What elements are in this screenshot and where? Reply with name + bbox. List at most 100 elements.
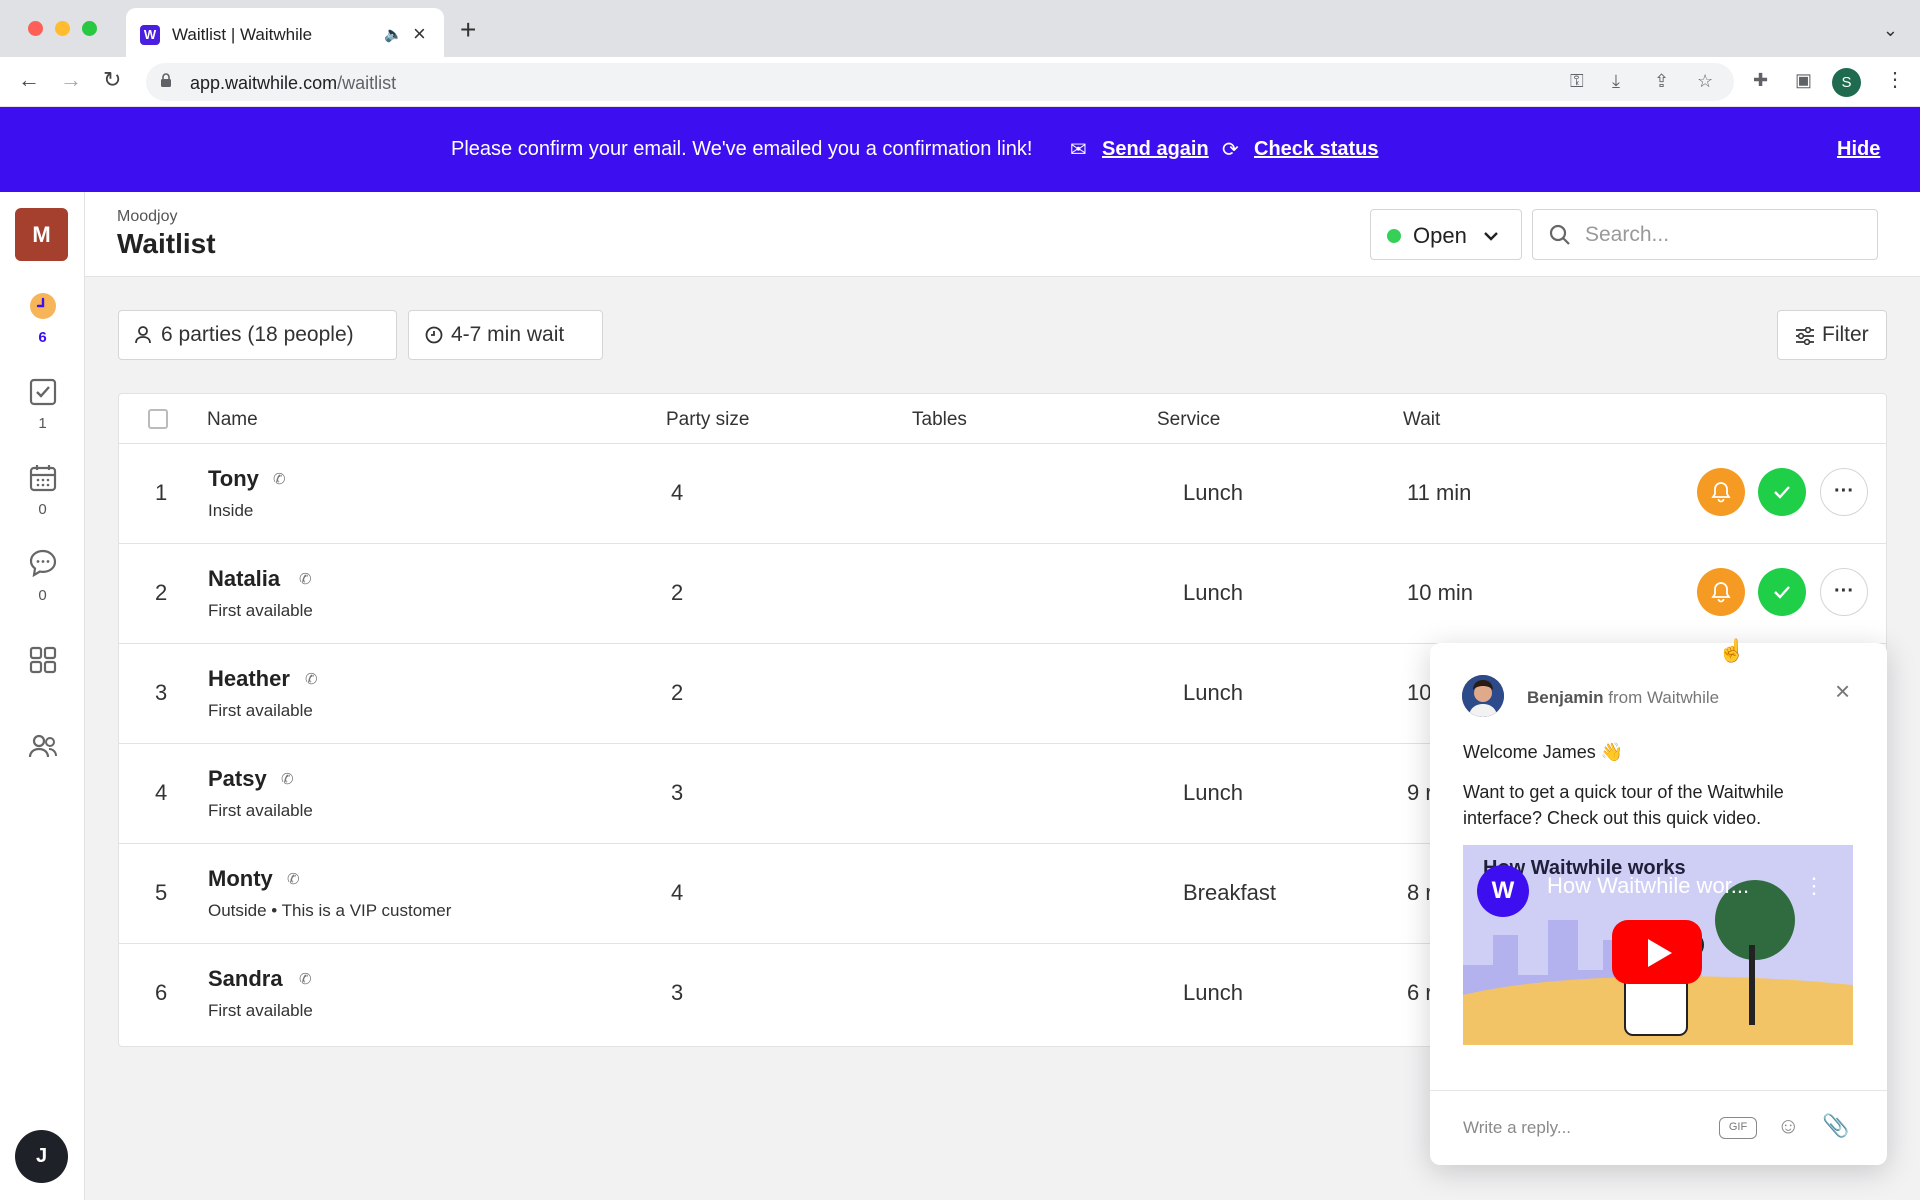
search-box[interactable] [1532, 209, 1878, 260]
more-options-icon[interactable]: ··· [1820, 468, 1868, 516]
chat-sender: Benjamin from Waitwhile [1527, 688, 1719, 708]
key-icon[interactable]: ⚿ [1570, 71, 1584, 92]
sidebar-item-messages[interactable]: 0 [0, 548, 85, 604]
reply-input[interactable] [1463, 1118, 1693, 1138]
notify-button[interactable] [1697, 568, 1745, 616]
video-embed[interactable]: How Waitwhile works W How Waitwhile wor.… [1463, 845, 1853, 1045]
paperclip-icon[interactable]: 📎 [1822, 1113, 1849, 1139]
status-label: Open [1413, 223, 1467, 248]
bookings-count: 0 [38, 501, 47, 518]
gif-button[interactable]: GIF [1719, 1117, 1757, 1139]
tab-list-chevron-icon[interactable]: ⌄ [1883, 20, 1898, 41]
phone-icon: ✆ [299, 571, 312, 588]
guest-name[interactable]: Sandra [208, 966, 283, 992]
check-status-link[interactable]: Check status [1254, 138, 1379, 161]
email-confirmation-banner: Please confirm your email. We've emailed… [0, 107, 1920, 192]
guest-name[interactable]: Tony [208, 466, 259, 492]
sidebar-item-served[interactable]: 1 [0, 378, 85, 432]
emoji-icon[interactable]: ☺ [1777, 1113, 1799, 1139]
guest-details: Outside • This is a VIP customer [208, 901, 452, 920]
share-icon[interactable]: ⇪ [1654, 71, 1669, 92]
location-status-dropdown[interactable]: Open [1370, 209, 1522, 260]
column-header-name[interactable]: Name [207, 409, 258, 431]
select-all-checkbox[interactable] [148, 409, 168, 429]
guest-details: Inside [208, 501, 254, 520]
phone-icon: ✆ [287, 871, 300, 888]
browser-menu-icon[interactable]: ⋮ [1885, 67, 1905, 92]
parties-summary-chip[interactable]: 6 parties (18 people) [118, 310, 397, 360]
bell-icon [1711, 582, 1731, 603]
sidebar-item-apps[interactable] [0, 646, 85, 679]
url-host: app.waitwhile.com [190, 73, 338, 93]
column-header-wait[interactable]: Wait [1403, 409, 1440, 431]
location-avatar[interactable]: M [15, 208, 68, 261]
waitwhile-favicon-icon: W [140, 25, 160, 45]
speaker-icon[interactable]: 🔈 [384, 25, 403, 43]
play-button[interactable] [1612, 920, 1702, 984]
side-panel-icon[interactable]: ▣ [1795, 70, 1812, 91]
users-icon [28, 734, 57, 758]
wait-time: 11 min [1407, 480, 1472, 505]
forward-arrow-icon[interactable]: → [60, 67, 82, 93]
serve-button[interactable] [1758, 568, 1806, 616]
reload-icon[interactable]: ↻ [103, 67, 121, 93]
guest-name[interactable]: Monty [208, 866, 273, 892]
table-row[interactable]: 1 Tony ✆ Inside 4 Lunch 11 min ··· [119, 444, 1886, 544]
page-header: Moodjoy Waitlist Open [85, 192, 1920, 277]
browser-tab-bar: W Waitlist | Waitwhile 🔈 × + ⌄ [0, 0, 1920, 57]
chat-greeting: Welcome James 👋 [1463, 742, 1624, 762]
bookmark-star-icon[interactable]: ☆ [1697, 71, 1713, 92]
service: Lunch [1183, 480, 1243, 505]
back-arrow-icon[interactable]: ← [18, 67, 40, 93]
sidebar-item-bookings[interactable]: 0 [0, 464, 85, 518]
wait-time: 10 [1407, 680, 1432, 705]
column-header-tables[interactable]: Tables [912, 409, 967, 431]
close-window-button[interactable] [28, 21, 43, 36]
user-avatar[interactable]: J [15, 1130, 68, 1183]
close-icon[interactable]: × [1835, 678, 1850, 704]
minimize-window-button[interactable] [55, 21, 70, 36]
party-size: 2 [671, 580, 684, 605]
video-menu-icon[interactable]: ⋮ [1803, 873, 1825, 899]
guest-name[interactable]: Natalia [208, 566, 280, 592]
wait-summary-chip[interactable]: 4-7 min wait [408, 310, 603, 360]
guest-name[interactable]: Heather [208, 666, 290, 692]
extensions-puzzle-icon[interactable]: ✚ [1753, 70, 1768, 91]
column-header-service[interactable]: Service [1157, 409, 1220, 431]
chevron-down-icon [1484, 232, 1498, 241]
guest-name[interactable]: Patsy [208, 766, 267, 792]
chat-popup: Benjamin from Waitwhile × Welcome James … [1430, 643, 1887, 1165]
party-size: 4 [671, 880, 684, 905]
guest-details: First available [208, 1001, 313, 1020]
mail-icon: ✉ [1070, 139, 1087, 161]
agent-avatar [1462, 675, 1504, 717]
wait-time: 10 min [1407, 580, 1474, 605]
sender-name: Benjamin [1527, 688, 1604, 707]
install-icon[interactable]: ⤓ [1612, 71, 1620, 92]
tab-title: Waitlist | Waitwhile [172, 25, 313, 44]
maximize-window-button[interactable] [82, 21, 97, 36]
close-tab-icon[interactable]: × [413, 21, 426, 47]
guest-details: First available [208, 701, 313, 720]
new-tab-plus-icon[interactable]: + [460, 16, 476, 44]
lock-icon [161, 73, 171, 87]
filter-button[interactable]: Filter [1777, 310, 1887, 360]
browser-toolbar: ← → ↻ app.waitwhile.com/waitlist ⚿ ⤓ ⇪ ☆… [0, 57, 1920, 107]
notify-button[interactable] [1697, 468, 1745, 516]
search-input[interactable] [1585, 218, 1865, 252]
serve-button[interactable] [1758, 468, 1806, 516]
sidebar-item-customers[interactable] [0, 732, 85, 765]
wait-summary-text: 4-7 min wait [451, 323, 565, 346]
more-options-icon[interactable]: ··· [1820, 568, 1868, 616]
address-bar[interactable]: app.waitwhile.com/waitlist ⚿ ⤓ ⇪ ☆ [146, 63, 1734, 101]
column-header-party-size[interactable]: Party size [666, 409, 749, 431]
browser-tab[interactable]: W Waitlist | Waitwhile 🔈 × [126, 8, 444, 57]
hide-banner-link[interactable]: Hide [1837, 138, 1880, 161]
sidebar-item-waitlist[interactable]: 6 [0, 292, 85, 346]
browser-profile-avatar[interactable]: S [1832, 68, 1861, 97]
party-size: 3 [671, 980, 684, 1005]
table-row[interactable]: 2 Natalia ✆ First available 2 Lunch 10 m… [119, 544, 1886, 644]
send-again-link[interactable]: Send again [1102, 138, 1209, 161]
search-icon [1549, 224, 1570, 245]
check-icon [1774, 586, 1790, 599]
